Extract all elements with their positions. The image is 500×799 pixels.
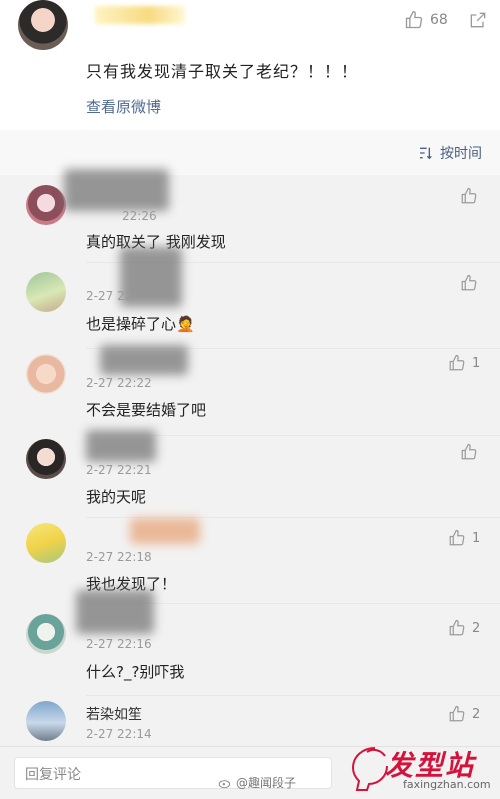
thumbs-up-icon	[449, 705, 465, 722]
thumbs-up-icon	[449, 619, 465, 636]
comment-like-button[interactable]: 1	[448, 529, 480, 547]
comment-like-count: 1	[472, 355, 481, 371]
post-share-button[interactable]	[468, 10, 488, 34]
thumbs-up-icon	[449, 529, 465, 546]
thumbs-up-icon	[449, 354, 465, 371]
avatar[interactable]	[26, 614, 66, 654]
comment-time: 2-27 22:22	[86, 376, 152, 390]
avatar[interactable]	[26, 354, 66, 394]
comment-text: 也是操碎了心🤦	[86, 315, 195, 333]
comment-text: 什么?_?别吓我	[86, 663, 185, 681]
username-redacted	[64, 169, 169, 211]
post-author-avatar[interactable]	[18, 0, 68, 50]
share-icon	[470, 12, 486, 28]
comment-time: 2-27 22:16	[86, 637, 152, 651]
comment-like-button[interactable]	[460, 187, 478, 205]
comment-like-button[interactable]: 1	[448, 354, 480, 372]
sort-label: 按时间	[440, 146, 482, 162]
post-like-button[interactable]: 68	[404, 10, 448, 30]
comment-text: 不会是要结婚了吧	[86, 401, 207, 419]
comment-like-count: 1	[472, 530, 481, 546]
comment-time: 2-27 22:14	[86, 727, 152, 741]
sort-icon	[420, 147, 432, 160]
comment-item: 若染如笙 2-27 22:14 2	[0, 696, 500, 746]
face-logo-icon	[351, 747, 388, 791]
avatar[interactable]	[26, 701, 66, 741]
weibo-logo-icon	[218, 779, 231, 788]
comment-like-count: 2	[472, 706, 481, 722]
comment-like-count: 2	[472, 620, 481, 636]
avatar[interactable]	[26, 523, 66, 563]
avatar[interactable]	[26, 185, 66, 225]
thumbs-up-icon	[461, 274, 477, 291]
original-post: 68 只有我发现清子取关了老纪？！！！ 查看原微博	[0, 0, 500, 130]
username-redacted	[76, 590, 154, 634]
comment-like-button[interactable]: 2	[448, 619, 480, 637]
username-redacted	[86, 430, 156, 462]
sort-by-time-button[interactable]: 按时间	[418, 143, 482, 163]
comment-like-button[interactable]	[460, 443, 478, 461]
comment-item: 2-27 22:18 我也发现了！ 1	[0, 518, 500, 604]
comment-like-button[interactable]	[460, 274, 478, 292]
comment-item: 2-27 22: 也是操碎了心🤦	[0, 247, 500, 349]
comment-time: 2-27 22:21	[86, 463, 152, 477]
site-watermark: 发型站 faxingzhan.com	[345, 742, 495, 794]
comment-username[interactable]: 若染如笙	[86, 704, 142, 724]
post-text: 只有我发现清子取关了老纪？！！！	[86, 62, 359, 81]
avatar[interactable]	[26, 272, 66, 312]
post-author-name-redacted	[95, 6, 185, 24]
comment-time: 22:26	[122, 209, 157, 223]
comment-text: 我的天呢	[86, 488, 147, 506]
comment-item: 2-27 22:16 什么?_?别吓我 2	[0, 590, 500, 696]
site-watermark-url: faxingzhan.com	[403, 778, 491, 791]
comment-time: 2-27 22:18	[86, 550, 152, 564]
post-like-count: 68	[430, 12, 448, 28]
comment-item: 2-27 22:22 不会是要结婚了吧 1	[0, 345, 500, 436]
thumbs-up-icon	[405, 10, 423, 29]
comment-item: 22:26 真的取关了 我刚发现	[0, 169, 500, 263]
weibo-watermark: @趣闻段子	[218, 774, 296, 791]
avatar[interactable]	[26, 439, 66, 479]
comment-like-button[interactable]: 2	[448, 705, 480, 723]
thumbs-up-icon	[461, 443, 477, 460]
username-redacted	[100, 345, 188, 375]
comment-time: 2-27 22:	[86, 289, 137, 303]
comment-item: 2-27 22:21 我的天呢	[0, 430, 500, 518]
view-original-link[interactable]: 查看原微博	[86, 96, 161, 117]
thumbs-up-icon	[461, 187, 477, 204]
weibo-watermark-text: @趣闻段子	[236, 776, 297, 790]
username-redacted	[130, 518, 200, 544]
